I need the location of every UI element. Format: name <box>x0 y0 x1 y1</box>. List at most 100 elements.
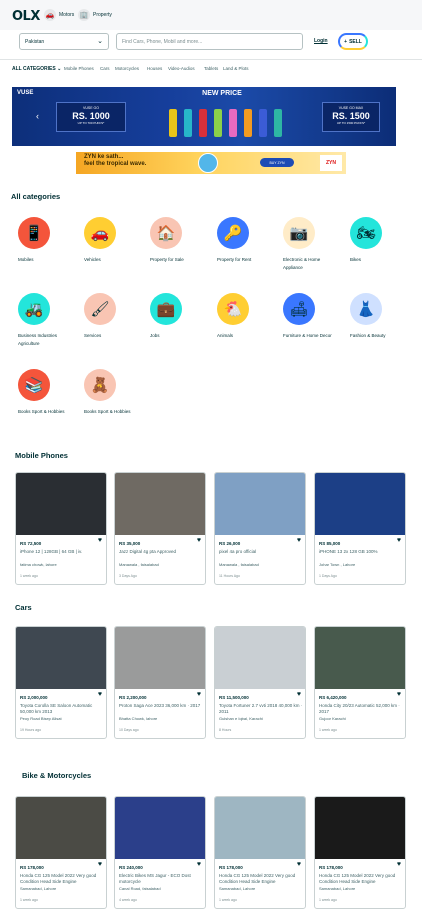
listing-time: 3 Days Ago <box>119 574 137 578</box>
category-item[interactable]: 🧸 Books Sport & Hobbies <box>78 369 142 416</box>
listing-card[interactable]: RS 178,000 ♥ Honda CG 125 Model 2022 Very … <box>15 796 107 909</box>
listing-image[interactable] <box>215 627 305 689</box>
category-item[interactable]: 🔑 Property for Rent <box>211 217 275 264</box>
listing-card[interactable]: RS 6,420,000 ♥ Honda City 20/23 Automatic … <box>314 626 406 739</box>
listing-image[interactable] <box>215 797 305 859</box>
section-title: Bike & Motorcycles <box>22 771 92 780</box>
category-link[interactable]: Motorcycles <box>115 66 139 71</box>
motors-link[interactable]: 🚗 Motors <box>44 9 74 21</box>
listing-price: RS 26,000 <box>219 541 241 546</box>
listing-location: Samanabad, Lahore <box>319 886 356 891</box>
listing-card[interactable]: RS 178,000 ♥ Honda CG 125 Model 2022 Very … <box>214 796 306 909</box>
listing-image[interactable] <box>115 797 205 859</box>
heart-icon[interactable]: ♥ <box>297 861 301 868</box>
listing-image[interactable] <box>215 473 305 535</box>
listing-location: Samanabad, Lahore <box>219 886 256 891</box>
listing-image[interactable] <box>315 797 405 859</box>
category-item[interactable]: 🖌 Services <box>78 293 142 340</box>
listing-card[interactable]: RS 35,000 ♥ Jazz Digital 4g pta Approved Ma… <box>114 472 206 585</box>
property-link[interactable]: 🏢 Property <box>78 9 112 21</box>
listing-title: Honda CG 125 Model 2022 Very good Condit… <box>219 873 296 884</box>
category-link[interactable]: Mobile Phones <box>64 66 94 71</box>
listing-card[interactable]: RS 85,000 ♥ iPHONE 13 2x 128 GB 100% Johar … <box>314 472 406 585</box>
category-link[interactable]: Cars <box>100 66 110 71</box>
vape-device-image <box>198 109 207 137</box>
listing-card[interactable]: RS 240,000 ♥ Electric Bikes MS Jagur - ECO… <box>114 796 206 909</box>
listing-card[interactable]: RS 2,200,000 ♥ Proton Saga Ace 2023 36,000… <box>114 626 206 739</box>
banner2-line1: ZYN ke sath... <box>84 154 124 160</box>
category-item[interactable]: 📷 Electronic & Home Appliance <box>277 217 341 272</box>
listing-price: RS 178,000 <box>319 865 343 870</box>
vape-device-image <box>243 109 252 137</box>
category-link[interactable]: Tablets <box>204 66 218 71</box>
listing-title: pixel 4a pro official <box>219 549 257 554</box>
category-link[interactable]: Land & Plots <box>223 66 249 71</box>
listing-time: 8 Hours <box>219 728 232 732</box>
heart-icon[interactable]: ♥ <box>98 691 102 698</box>
listing-card[interactable]: RS 72,500 ♥ iPhone 12 | 128GB | 64 GB | iv… <box>15 472 107 585</box>
vape-device-image <box>213 109 222 137</box>
listing-card[interactable]: RS 178,000 ♥ Honda CG 125 Model 2022 Very … <box>314 796 406 909</box>
category-label: Property for Rent <box>217 257 252 262</box>
search-input[interactable]: Find Cars, Phone, Mobil and more... <box>116 33 303 50</box>
vape-device-image <box>258 109 267 137</box>
heart-icon[interactable]: ♥ <box>98 861 102 868</box>
listing-image[interactable] <box>115 473 205 535</box>
listing-image[interactable] <box>115 627 205 689</box>
heart-icon[interactable]: ♥ <box>98 537 102 544</box>
buy-zyn-button[interactable]: BUY ZYN <box>260 158 294 167</box>
location-select[interactable]: Pakistan ⌄ <box>19 33 109 50</box>
heart-icon[interactable]: ♥ <box>297 691 301 698</box>
category-item[interactable]: 🐔 Animals <box>211 293 275 340</box>
listing-location: Gujoor Karachi <box>319 716 346 721</box>
product-lineup <box>145 109 305 139</box>
listing-time: 1 week ago <box>319 898 337 902</box>
listing-price: RS 178,000 <box>219 865 243 870</box>
category-item[interactable]: 👗 Fashion & Beauty <box>344 293 408 340</box>
category-item[interactable]: 🏠 Property for Sale <box>144 217 208 264</box>
heart-icon[interactable]: ♥ <box>397 537 401 544</box>
listing-time: 1 Days Ago <box>319 574 337 578</box>
heart-icon[interactable]: ♥ <box>297 537 301 544</box>
listing-image[interactable] <box>16 627 106 689</box>
heart-icon[interactable]: ♥ <box>197 537 201 544</box>
promo-banner[interactable]: VUSE ‹ › VUSE GO RS. 1000 UP TO 700 PUFF… <box>12 87 396 146</box>
category-item[interactable]: 🛋 Furniture & Home Decor <box>277 293 341 340</box>
banner2-text: ZYN ke sath... feel the tropical wave. <box>84 154 146 168</box>
category-item[interactable]: 📚 Books Sport & Hobbies <box>12 369 76 416</box>
category-link[interactable]: Houses <box>147 66 162 71</box>
login-link[interactable]: Login <box>314 38 328 44</box>
heart-icon[interactable]: ♥ <box>197 861 201 868</box>
listing-title: Toyota Fortuner 2.7 vvti 2018 40,000 km … <box>219 703 303 714</box>
listing-card[interactable]: RS 26,000 ♥ pixel 4a pro official Manawala … <box>214 472 306 585</box>
olx-logo[interactable]: OLX <box>12 9 40 24</box>
listing-image[interactable] <box>315 473 405 535</box>
category-label: Property for Sale <box>150 257 184 262</box>
category-item[interactable]: 🚜 Business Industries Agriculture <box>12 293 76 348</box>
category-link[interactable]: Video-Audios <box>168 66 195 71</box>
all-categories-dropdown[interactable]: ALL CATEGORIES ⌄ <box>12 66 61 72</box>
sell-button[interactable]: + SELL <box>338 33 368 50</box>
building-icon: 🏢 <box>78 9 90 21</box>
tractor-icon: 🚜 <box>18 293 50 325</box>
category-item[interactable]: 🚗 Vehicles <box>78 217 142 264</box>
chevron-left-icon[interactable]: ‹ <box>36 111 39 121</box>
category-item[interactable]: 💼 Jobs <box>144 293 208 340</box>
listing-location: Manawala , faisalabad <box>219 562 259 567</box>
category-label: Books Sport & Hobbies <box>18 409 65 414</box>
heart-icon[interactable]: ♥ <box>397 691 401 698</box>
listing-image[interactable] <box>315 627 405 689</box>
listing-price: RS 240,000 <box>119 865 143 870</box>
listing-image[interactable] <box>16 473 106 535</box>
secondary-banner[interactable]: ZYN ke sath... feel the tropical wave. B… <box>76 152 346 174</box>
listing-card[interactable]: RS 2,000,000 ♥ Toyota Corolla SE Saloon Au… <box>15 626 107 739</box>
listing-image[interactable] <box>16 797 106 859</box>
category-item[interactable]: 📱 Mobiles <box>12 217 76 264</box>
listing-card[interactable]: RS 11,500,000 ♥ Toyota Fortuner 2.7 vvti 2… <box>214 626 306 739</box>
car-icon: 🚗 <box>44 9 56 21</box>
chevron-down-icon: ⌄ <box>57 66 62 72</box>
category-item[interactable]: 🏍 Bikes <box>344 217 408 264</box>
heart-icon[interactable]: ♥ <box>197 691 201 698</box>
category-label: Fashion & Beauty <box>350 333 386 338</box>
heart-icon[interactable]: ♥ <box>397 861 401 868</box>
